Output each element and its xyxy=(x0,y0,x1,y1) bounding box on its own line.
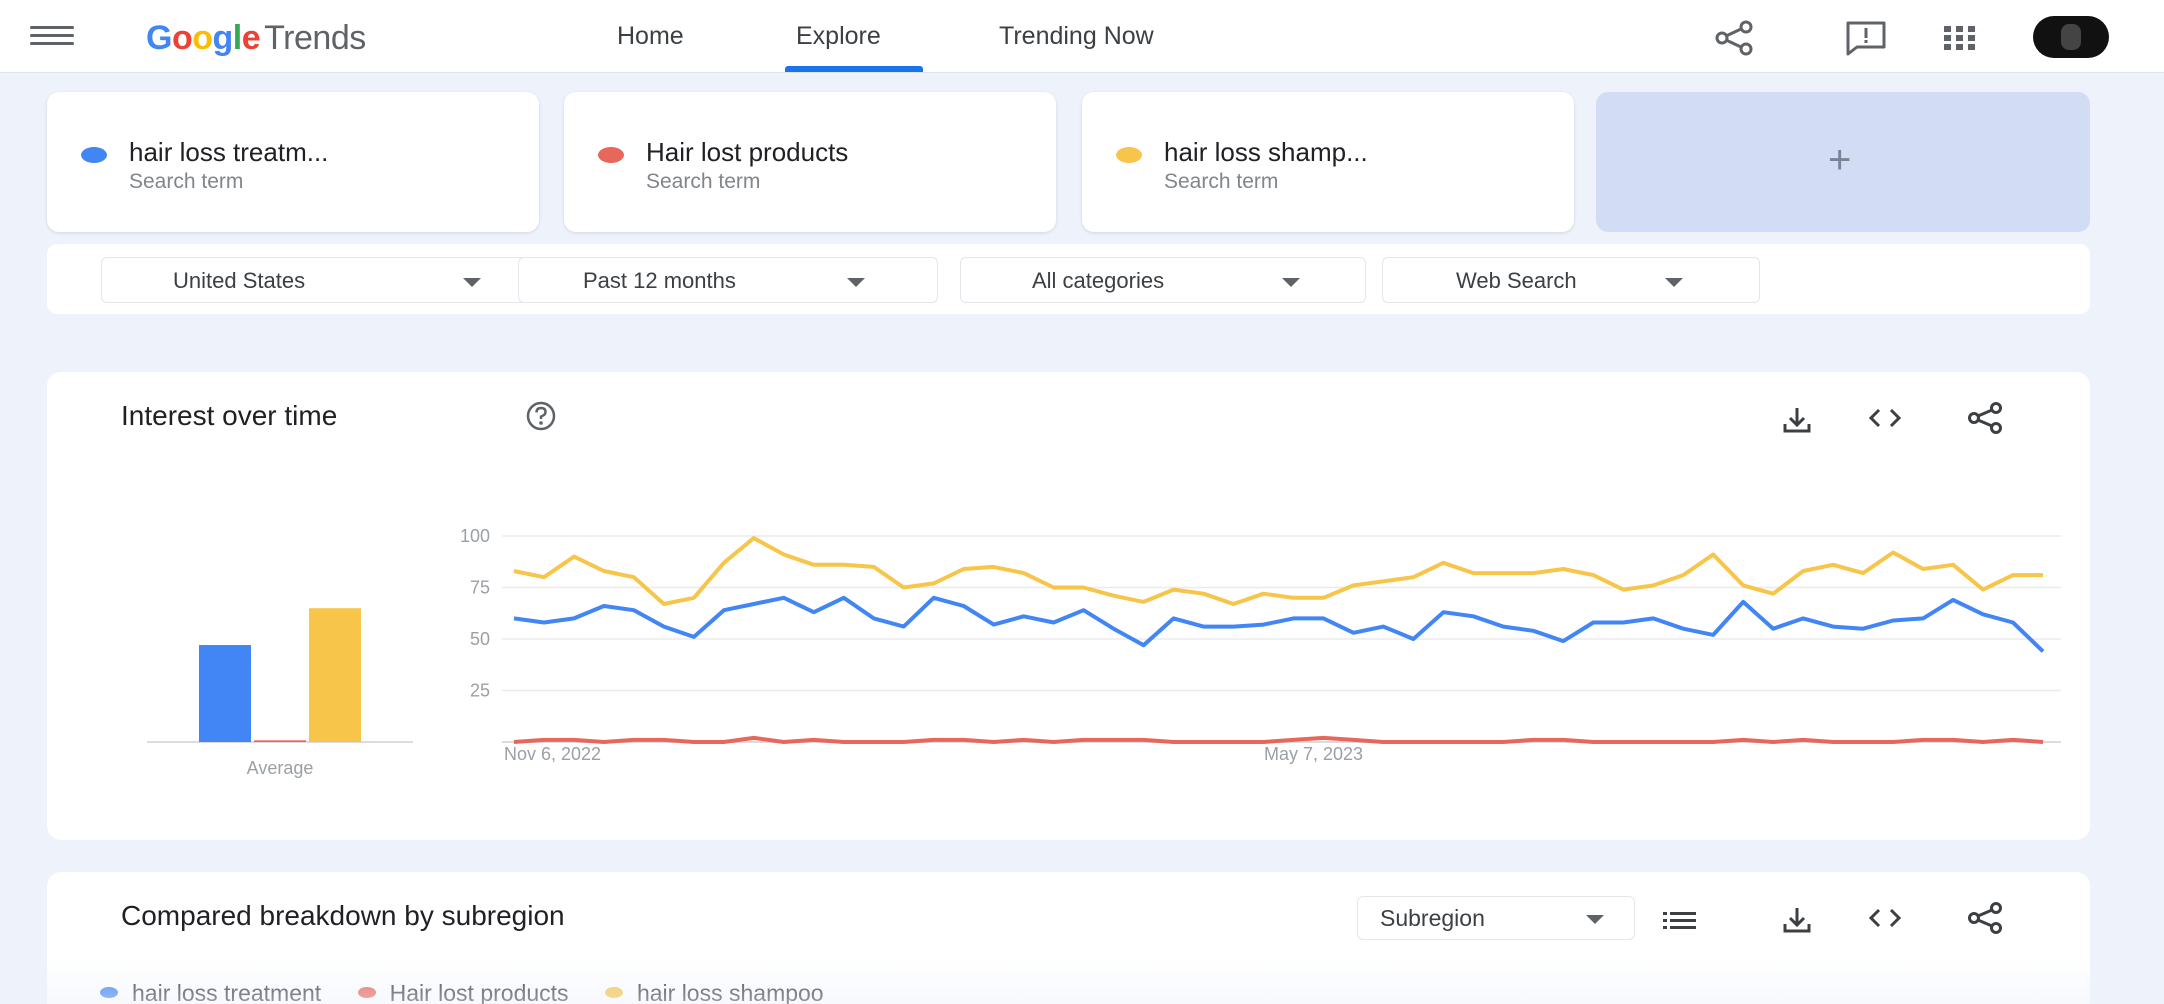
average-bar xyxy=(309,608,361,742)
interest-over-time-panel: Interest over time Average 25 50 75 100 Nov … xyxy=(47,372,2090,840)
legend-label: Hair lost products xyxy=(389,980,569,1004)
legend-item: hair loss treatment xyxy=(100,980,321,1004)
term-color-dot xyxy=(81,147,107,163)
nav-explore[interactable]: Explore xyxy=(796,22,881,51)
search-type-dropdown[interactable]: Web Search xyxy=(1382,257,1760,303)
subregion-dropdown-label: Subregion xyxy=(1380,905,1485,931)
term-color-dot xyxy=(598,147,624,163)
term-type: Search term xyxy=(646,170,761,193)
term-label: Hair lost products xyxy=(646,137,849,167)
download-icon[interactable] xyxy=(1777,402,1817,438)
avatar[interactable] xyxy=(2033,16,2109,58)
share-icon[interactable] xyxy=(1712,18,1756,58)
download-icon[interactable] xyxy=(1777,902,1817,938)
logo-google-text: Google xyxy=(146,19,261,57)
average-bar xyxy=(199,645,251,742)
caret-down-icon xyxy=(463,278,481,287)
legend-label: hair loss treatment xyxy=(132,980,322,1004)
feedback-icon[interactable] xyxy=(1844,18,1888,58)
panel-title: Compared breakdown by subregion xyxy=(121,900,565,931)
panel-title: Interest over time xyxy=(121,400,338,431)
interest-line-chart: 25 50 75 100 Nov 6, 2022 May 7, 2023 xyxy=(460,526,2061,764)
share-icon[interactable] xyxy=(1965,900,2005,936)
term-type: Search term xyxy=(129,170,244,193)
active-tab-indicator xyxy=(785,66,923,72)
caret-down-icon xyxy=(1665,278,1683,287)
search-term-card-2[interactable]: Hair lost products Search term xyxy=(564,92,1056,232)
caret-down-icon xyxy=(1586,915,1604,924)
menu-icon[interactable] xyxy=(30,26,74,46)
y-tick-label: 100 xyxy=(460,526,490,546)
region-label: United States xyxy=(173,268,306,293)
category-dropdown[interactable]: All categories xyxy=(960,257,1366,303)
search-term-card-1[interactable]: hair loss treatm... Search term xyxy=(47,92,539,232)
caret-down-icon xyxy=(1282,278,1300,287)
average-label: Average xyxy=(247,758,314,778)
term-label: hair loss treatm... xyxy=(129,137,329,167)
caret-down-icon xyxy=(847,278,865,287)
legend-label: hair loss shampoo xyxy=(636,980,824,1004)
nav-home[interactable]: Home xyxy=(617,22,684,51)
category-label: All categories xyxy=(1032,268,1165,293)
embed-icon[interactable] xyxy=(1865,400,1905,436)
x-tick-label: May 7, 2023 xyxy=(1264,744,1363,764)
legend-dot xyxy=(100,987,118,999)
series-line xyxy=(513,536,2043,606)
filter-bar: United States Past 12 months All categor… xyxy=(47,244,2090,314)
plus-icon: + xyxy=(1828,138,1852,182)
term-color-dot xyxy=(1116,147,1142,163)
google-trends-logo[interactable]: Google Trends xyxy=(146,18,366,58)
embed-icon[interactable] xyxy=(1865,900,1905,936)
x-tick-label: Nov 6, 2022 xyxy=(504,744,601,764)
term-type: Search term xyxy=(1164,170,1279,193)
list-icon[interactable] xyxy=(1659,902,1699,938)
y-tick-label: 25 xyxy=(470,681,490,701)
logo-trends-text: Trends xyxy=(264,19,366,57)
share-icon[interactable] xyxy=(1965,400,2005,436)
legend-dot xyxy=(604,987,623,999)
series-line xyxy=(513,595,2045,653)
app-frame: GoogleTrends Home Explore Trending Now xyxy=(0,0,2164,1004)
help-icon[interactable] xyxy=(525,400,557,432)
y-tick-label: 75 xyxy=(470,578,490,598)
average-bar-chart: Average xyxy=(147,608,413,778)
time-range-dropdown[interactable]: Past 12 months xyxy=(518,257,938,303)
region-dropdown[interactable]: United States xyxy=(101,257,545,303)
nav-trending-now[interactable]: Trending Now xyxy=(999,22,1154,51)
add-comparison-button[interactable]: + xyxy=(1596,92,2090,232)
average-bar xyxy=(254,740,306,742)
legend-item: Hair lost products xyxy=(357,980,569,1004)
term-label: hair loss shamp... xyxy=(1164,137,1368,167)
search-term-card-3[interactable]: hair loss shamp... Search term xyxy=(1082,92,1574,232)
top-bar: Google Trends Home Explore Trending Now xyxy=(0,0,2164,73)
subregion-legend: hair loss treatment Hair lost products h… xyxy=(100,980,854,1004)
legend-item: hair loss shampoo xyxy=(604,980,824,1004)
search-type-label: Web Search xyxy=(1456,268,1577,293)
time-range-label: Past 12 months xyxy=(583,268,736,293)
legend-dot xyxy=(357,987,376,999)
apps-icon[interactable] xyxy=(1938,18,1982,58)
subregion-dropdown[interactable]: Subregion xyxy=(1357,896,1635,940)
y-tick-label: 50 xyxy=(470,629,490,649)
